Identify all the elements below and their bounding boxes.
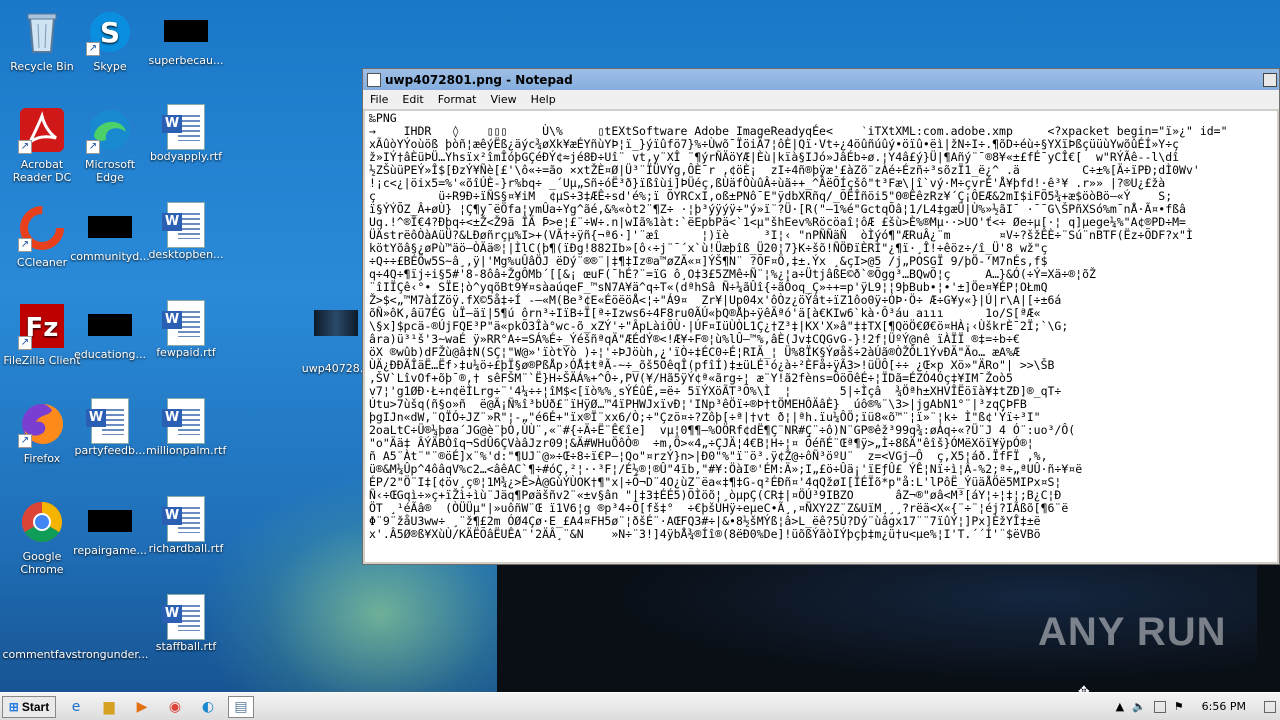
shortcut-arrow-icon: ↗ [86,42,100,56]
word-doc-icon: W [162,594,205,640]
desktop-icon-millionpalm[interactable]: W millionpalm.rtf [144,396,228,492]
volume-icon[interactable]: 🔈 [1132,700,1146,713]
minimize-button[interactable] [1263,72,1277,87]
desktop-icon-educationg[interactable]: educationg... [68,298,152,394]
desktop-icon-richardball[interactable]: W richardball.rtf [144,494,228,590]
taskbar-media-player-icon[interactable]: ▶ [129,696,155,718]
icon-label: bodyapply.rtf [149,150,223,163]
title-bar[interactable]: uwp4072801.png - Notepad [363,69,1279,90]
icon-label: fewpaid.rtf [156,346,216,359]
text-area[interactable]: ‰PNG → IHDR ◊ ▯▯▯ Ù\% ▯tEXtSoftware Adob… [365,111,1277,562]
shortcut-arrow-icon: ↗ [18,434,32,448]
taskbar: ⊞ Start e ▆ ▶ ◉ ◐ ▤ ▲ 🔈 ⚑ 6:56 PM [0,692,1280,720]
desktop-icon-repairgame[interactable]: repairgame... [68,494,152,590]
svg-text:S: S [100,16,120,49]
windows-logo-icon: ⊞ [8,699,19,714]
file-icon [88,216,132,238]
chrome-icon [18,498,66,546]
word-doc-icon: W [86,398,129,444]
file-icon [88,510,132,532]
desktop-icon-staffball[interactable]: W staffball.rtf [144,592,228,688]
desktop: Recycle Bin ↗ Acrobat Reader DC ↗ CClean… [0,0,1280,692]
flag-icon[interactable]: ⚑ [1174,700,1184,713]
show-hidden-icons-icon[interactable]: ▲ [1116,700,1124,713]
icon-label: desktopben... [148,248,224,261]
watermark: ANY RUN [1038,610,1227,654]
window-title: uwp4072801.png - Notepad [385,72,573,87]
taskbar-explorer-icon[interactable]: ▆ [96,696,122,718]
word-doc-icon: W [162,496,205,542]
skype-icon: S ↗ [86,8,134,56]
desktop-icon-desktopben[interactable]: W desktopben... [144,200,228,296]
icon-label: repairgame... [73,544,147,557]
icon-label: millionpalm.rtf [146,444,227,457]
network-icon[interactable] [1153,700,1166,713]
image-icon [312,310,360,358]
icon-label: Skype [93,60,127,73]
menu-edit[interactable]: Edit [395,93,430,106]
desktop-icon-edge[interactable]: ↗ Microsoft Edge [68,102,152,198]
firefox-icon: ↗ [18,400,66,448]
system-tray: ▲ 🔈 ⚑ 6:56 PM [1116,700,1280,713]
cursor-icon: ✥ [1078,684,1090,692]
word-doc-icon: W [162,104,205,150]
taskbar-edge-icon[interactable]: ◐ [195,696,221,718]
taskbar-ie-icon[interactable]: e [63,696,89,718]
icon-label: richardball.rtf [148,542,224,555]
desktop-icon-strongunder[interactable]: strongunder... [68,592,152,688]
menu-format[interactable]: Format [431,93,484,106]
file-icon [86,596,134,644]
file-icon [18,596,66,644]
filezilla-icon: Fz ↗ [18,302,66,350]
taskbar-notepad-icon[interactable]: ▤ [228,695,254,718]
desktop-icon-bodyapply[interactable]: W bodyapply.rtf [144,102,228,198]
menu-file[interactable]: File [363,93,395,106]
notepad-icon [367,72,381,87]
acrobat-icon: ↗ [18,106,66,154]
recycle-bin-icon [18,8,66,56]
icon-label: strongunder... [71,648,149,661]
icon-label: communityd... [70,250,150,263]
word-doc-icon: W [162,300,205,346]
desktop-icon-superbecau[interactable]: superbecau... [144,4,228,100]
word-doc-icon: W [162,398,205,444]
menu-bar: File Edit Format View Help [363,90,1279,110]
desktop-icon-communityd[interactable]: communityd... [68,200,152,296]
taskbar-chrome-icon[interactable]: ◉ [162,696,188,718]
shortcut-arrow-icon: ↗ [18,336,32,350]
icon-label: educationg... [73,348,147,361]
clock[interactable]: 6:56 PM [1202,700,1246,713]
file-icon [88,314,132,336]
word-doc-icon: W [162,202,205,248]
start-button[interactable]: ⊞ Start [2,695,56,718]
desktop-icon-partyfeedb[interactable]: W partyfeedb... [68,396,152,492]
start-label: Start [21,699,50,714]
menu-view[interactable]: View [484,93,524,106]
ccleaner-icon: ↗ [18,204,66,252]
notepad-window[interactable]: uwp4072801.png - Notepad File Edit Forma… [362,68,1280,565]
shortcut-arrow-icon: ↗ [86,140,100,154]
icon-label: staffball.rtf [155,640,217,653]
icon-label: Microsoft Edge [84,158,136,184]
icon-label: superbecau... [148,54,224,67]
menu-help[interactable]: Help [524,93,563,106]
file-icon [164,20,208,42]
show-desktop-button[interactable] [1264,700,1276,713]
icon-label: partyfeedb... [74,444,146,457]
shortcut-arrow-icon: ↗ [18,140,32,154]
desktop-icon-skype[interactable]: S ↗ Skype [68,4,152,100]
shortcut-arrow-icon: ↗ [18,238,32,252]
desktop-icon-fewpaid[interactable]: W fewpaid.rtf [144,298,228,394]
edge-icon: ↗ [86,106,134,154]
